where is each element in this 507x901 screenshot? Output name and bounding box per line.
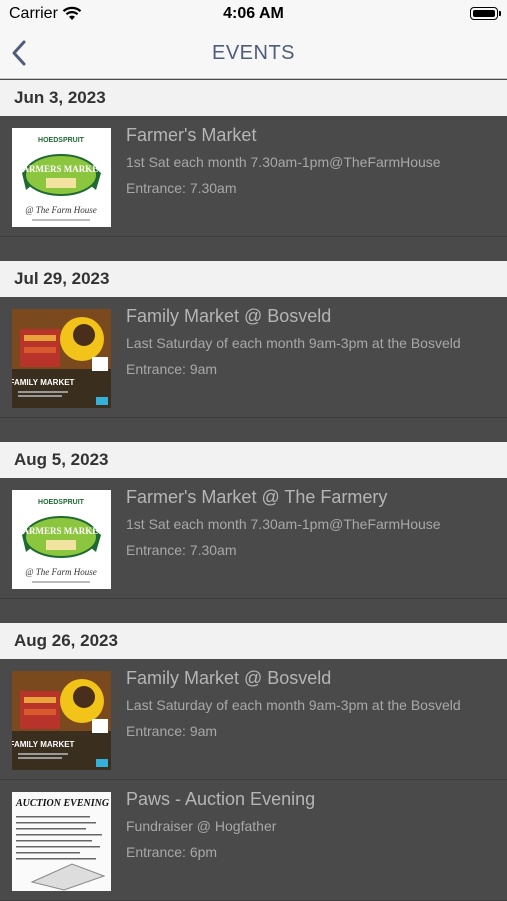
family-market-thumbnail: FAMILY MARKET: [12, 309, 111, 408]
family-market-main-text: FAMILY MARKET: [12, 378, 75, 387]
event-title: Farmer's Market: [126, 125, 257, 145]
event-entrance: Entrance: 6pm: [126, 844, 218, 860]
event-row[interactable]: FAMILY MARKET Family Market @ Bosveld La…: [0, 297, 507, 418]
farmers-market-script-text: @ The Farm House: [25, 205, 97, 215]
event-description: Fundraiser @ Hogfather: [126, 818, 277, 834]
event-title: Paws - Auction Evening: [126, 789, 316, 809]
event-description: 1st Sat each month 7.30am-1pm@TheFarmHou…: [126, 154, 441, 170]
event-entrance: Entrance: 9am: [126, 723, 218, 739]
event-entrance: Entrance: 7.30am: [126, 180, 237, 196]
event-row[interactable]: HOEDSPRUIT FARMERS MARKET @ The Farm Hou…: [0, 116, 507, 237]
farmers-market-main-text: FARMERS MARKET: [18, 164, 105, 174]
date-header: Jul 29, 2023: [0, 261, 507, 297]
event-title: Family Market @ Bosveld: [126, 668, 332, 688]
event-row[interactable]: HOEDSPRUIT FARMERS MARKET @ The Farm Hou…: [0, 478, 507, 599]
farmers-market-thumbnail: HOEDSPRUIT FARMERS MARKET @ The Farm Hou…: [12, 490, 111, 589]
navigation-bar: EVENTS: [0, 28, 507, 79]
event-title: Farmer's Market @ The Farmery: [126, 487, 388, 507]
farmers-market-main-text: FARMERS MARKET: [18, 526, 105, 536]
event-description: 1st Sat each month 7.30am-1pm@TheFarmHou…: [126, 516, 441, 532]
date-header: Aug 5, 2023: [0, 442, 507, 478]
section-spacer: [0, 599, 507, 623]
family-market-main-text: FAMILY MARKET: [12, 740, 75, 749]
farmers-market-top-text: HOEDSPRUIT: [38, 499, 85, 506]
status-time: 4:06 AM: [223, 5, 284, 22]
event-entrance: Entrance: 7.30am: [126, 542, 237, 558]
battery-icon: [470, 7, 501, 20]
page-title: EVENTS: [211, 42, 296, 64]
auction-main-text: AUCTION EVENING: [15, 798, 110, 809]
events-list[interactable]: Jun 3, 2023 HOEDSPRUIT FARMERS MARKET @ …: [0, 80, 507, 901]
status-bar: Carrier 4:06 AM: [0, 0, 507, 28]
date-header: Jun 3, 2023: [0, 80, 507, 116]
farmers-market-top-text: HOEDSPRUIT: [38, 137, 85, 144]
section-spacer: [0, 418, 507, 442]
family-market-thumbnail: FAMILY MARKET: [12, 671, 111, 770]
event-row[interactable]: FAMILY MARKET Family Market @ Bosveld La…: [0, 659, 507, 780]
event-entrance: Entrance: 9am: [126, 361, 218, 377]
farmers-market-script-text: @ The Farm House: [25, 567, 97, 577]
auction-evening-thumbnail: AUCTION EVENING: [12, 792, 111, 891]
farmers-market-thumbnail: HOEDSPRUIT FARMERS MARKET @ The Farm Hou…: [12, 128, 111, 227]
event-description: Last Saturday of each month 9am-3pm at t…: [126, 335, 461, 351]
date-header: Aug 26, 2023: [0, 623, 507, 659]
event-title: Family Market @ Bosveld: [126, 306, 332, 326]
section-spacer: [0, 237, 507, 261]
event-row[interactable]: AUCTION EVENING Paws - Auction Evening F…: [0, 780, 507, 901]
event-description: Last Saturday of each month 9am-3pm at t…: [126, 697, 461, 713]
